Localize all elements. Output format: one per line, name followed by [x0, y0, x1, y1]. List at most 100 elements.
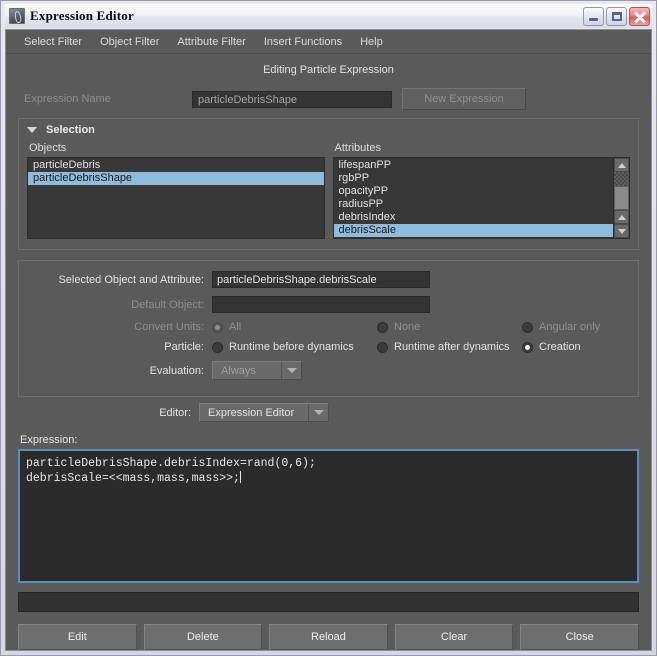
window-controls: [583, 6, 650, 26]
objects-column: Objects particleDebris particleDebrisSha…: [27, 140, 325, 239]
selection-frame: Selection Objects particleDebris particl…: [18, 118, 639, 250]
caret-up-icon: [617, 214, 626, 220]
convert-units-label: Convert Units:: [134, 321, 204, 333]
delete-button[interactable]: Delete: [143, 624, 263, 650]
expression-name-input[interactable]: particleDebrisShape: [192, 90, 392, 108]
chevron-down-icon[interactable]: [281, 362, 301, 379]
window-title: Expression Editor: [30, 8, 134, 23]
scroll-up-button[interactable]: [614, 158, 629, 172]
expression-textarea[interactable]: particleDebrisShape.debrisIndex=rand(0,6…: [18, 449, 639, 583]
menu-select-filter[interactable]: Select Filter: [15, 34, 91, 50]
edit-button[interactable]: Edit: [18, 624, 137, 650]
menu-bar: Select Filter Object Filter Attribute Fi…: [6, 30, 651, 54]
option-label: Runtime after dynamics: [394, 341, 510, 353]
default-object-input[interactable]: [212, 296, 430, 313]
default-object-label: Default Object:: [131, 298, 204, 311]
radio-icon: [212, 341, 223, 353]
default-object-row: Default Object:: [19, 296, 638, 313]
radio-icon: [522, 341, 533, 353]
radio-icon: [377, 341, 388, 353]
option-label: Creation: [539, 341, 581, 353]
clear-button[interactable]: Clear: [394, 624, 514, 650]
convert-units-option-all[interactable]: All: [212, 321, 377, 333]
list-item[interactable]: rgbPP: [334, 172, 614, 185]
convert-units-row: Convert Units: All None Angular only: [19, 321, 638, 333]
selection-frame-body: Objects particleDebris particleDebrisSha…: [19, 140, 638, 249]
button-row: Edit Delete Reload Clear Close: [18, 624, 639, 650]
objects-listbox[interactable]: particleDebris particleDebrisShape: [27, 157, 325, 239]
option-label: None: [394, 321, 421, 333]
particle-row: Particle: Runtime before dynamics Runtim…: [19, 341, 638, 353]
list-item[interactable]: opacityPP: [334, 185, 614, 198]
convert-units-option-angular-only[interactable]: Angular only: [522, 321, 600, 333]
page-title: Editing Particle Expression: [263, 64, 394, 76]
convert-units-option-none[interactable]: None: [377, 321, 522, 333]
evaluation-row: Evaluation: Always: [19, 361, 638, 380]
minimize-icon: [589, 17, 598, 21]
minimize-button[interactable]: [583, 6, 604, 26]
radio-icon: [212, 321, 223, 333]
selection-frame-header[interactable]: Selection: [19, 119, 638, 140]
expression-name-row: Expression Name particleDebrisShape New …: [6, 88, 651, 110]
list-item[interactable]: lifespanPP: [334, 159, 614, 172]
editor-dropdown[interactable]: Expression Editor: [199, 403, 329, 422]
attributes-header: Attributes: [334, 142, 381, 154]
list-item[interactable]: debrisScale: [333, 224, 613, 237]
particle-option-runtime-after-dynamics[interactable]: Runtime after dynamics: [377, 341, 522, 353]
menu-help[interactable]: Help: [351, 34, 392, 50]
menu-object-filter[interactable]: Object Filter: [91, 34, 168, 50]
expression-label: Expression:: [20, 434, 78, 446]
expression-line-2: debrisScale=<<mass,mass,mass>>;: [26, 472, 240, 485]
option-label: Angular only: [539, 321, 601, 333]
editor-value: Expression Editor: [208, 406, 295, 419]
menu-attribute-filter[interactable]: Attribute Filter: [168, 34, 254, 50]
selected-object-attribute-row: Selected Object and Attribute: particleD…: [19, 271, 638, 288]
attributes-listbox[interactable]: lifespanPP rgbPP opacityPP radiusPP debr…: [332, 157, 630, 239]
maya-app-icon: [9, 8, 25, 24]
evaluation-label: Evaluation:: [149, 364, 204, 377]
list-item[interactable]: radiusPP: [334, 198, 614, 211]
close-button[interactable]: [629, 6, 650, 26]
scrollbar-thumb[interactable]: [614, 186, 629, 210]
particle-option-creation[interactable]: Creation: [522, 341, 581, 353]
reload-button[interactable]: Reload: [269, 624, 388, 650]
attributes-scrollbar[interactable]: [613, 158, 629, 238]
maximize-button[interactable]: [606, 6, 627, 26]
title-bar: Expression Editor: [5, 4, 652, 28]
list-item[interactable]: particleDebris: [28, 159, 324, 172]
option-label: All: [229, 321, 242, 333]
list-item[interactable]: debrisIndex: [334, 211, 614, 224]
radio-icon: [522, 321, 533, 333]
selected-object-attribute-label: Selected Object and Attribute:: [58, 273, 204, 286]
scroll-down-button[interactable]: [614, 224, 629, 238]
chevron-down-icon[interactable]: [308, 404, 328, 421]
editor-row: Editor: Expression Editor: [6, 403, 651, 422]
selected-object-attribute-input[interactable]: particleDebrisShape.debrisScale: [212, 271, 430, 288]
expression-editor-window: Expression Editor Select Filter Object F…: [0, 0, 657, 656]
scrollbar-track[interactable]: [614, 172, 629, 186]
maximize-icon: [612, 11, 622, 21]
text-caret: [239, 471, 241, 483]
evaluation-dropdown[interactable]: Always: [212, 361, 302, 380]
objects-header: Objects: [29, 142, 67, 154]
expression-line-1: particleDebrisShape.debrisIndex=rand(0,6…: [26, 457, 316, 470]
expression-name-label: Expression Name: [24, 93, 111, 105]
particle-option-runtime-before-dynamics[interactable]: Runtime before dynamics: [212, 341, 377, 353]
list-item[interactable]: particleDebrisShape: [28, 172, 324, 185]
scroll-page-up-button[interactable]: [614, 210, 629, 224]
particle-label: Particle:: [164, 341, 204, 353]
caret-up-icon: [617, 162, 626, 168]
editor-label: Editor:: [159, 406, 191, 419]
status-bar: [18, 592, 639, 612]
close-window-button[interactable]: Close: [520, 624, 639, 650]
selection-frame-title: Selection: [46, 123, 95, 136]
radio-icon: [377, 321, 388, 333]
caret-down-icon: [617, 228, 626, 234]
option-label: Runtime before dynamics: [229, 341, 354, 353]
client-area: Select Filter Object Filter Attribute Fi…: [5, 29, 652, 651]
new-expression-button[interactable]: New Expression: [402, 88, 526, 110]
evaluation-value: Always: [221, 364, 256, 377]
chevron-down-icon: [27, 126, 37, 133]
settings-panel: Selected Object and Attribute: particleD…: [18, 260, 639, 397]
menu-insert-functions[interactable]: Insert Functions: [255, 34, 351, 50]
